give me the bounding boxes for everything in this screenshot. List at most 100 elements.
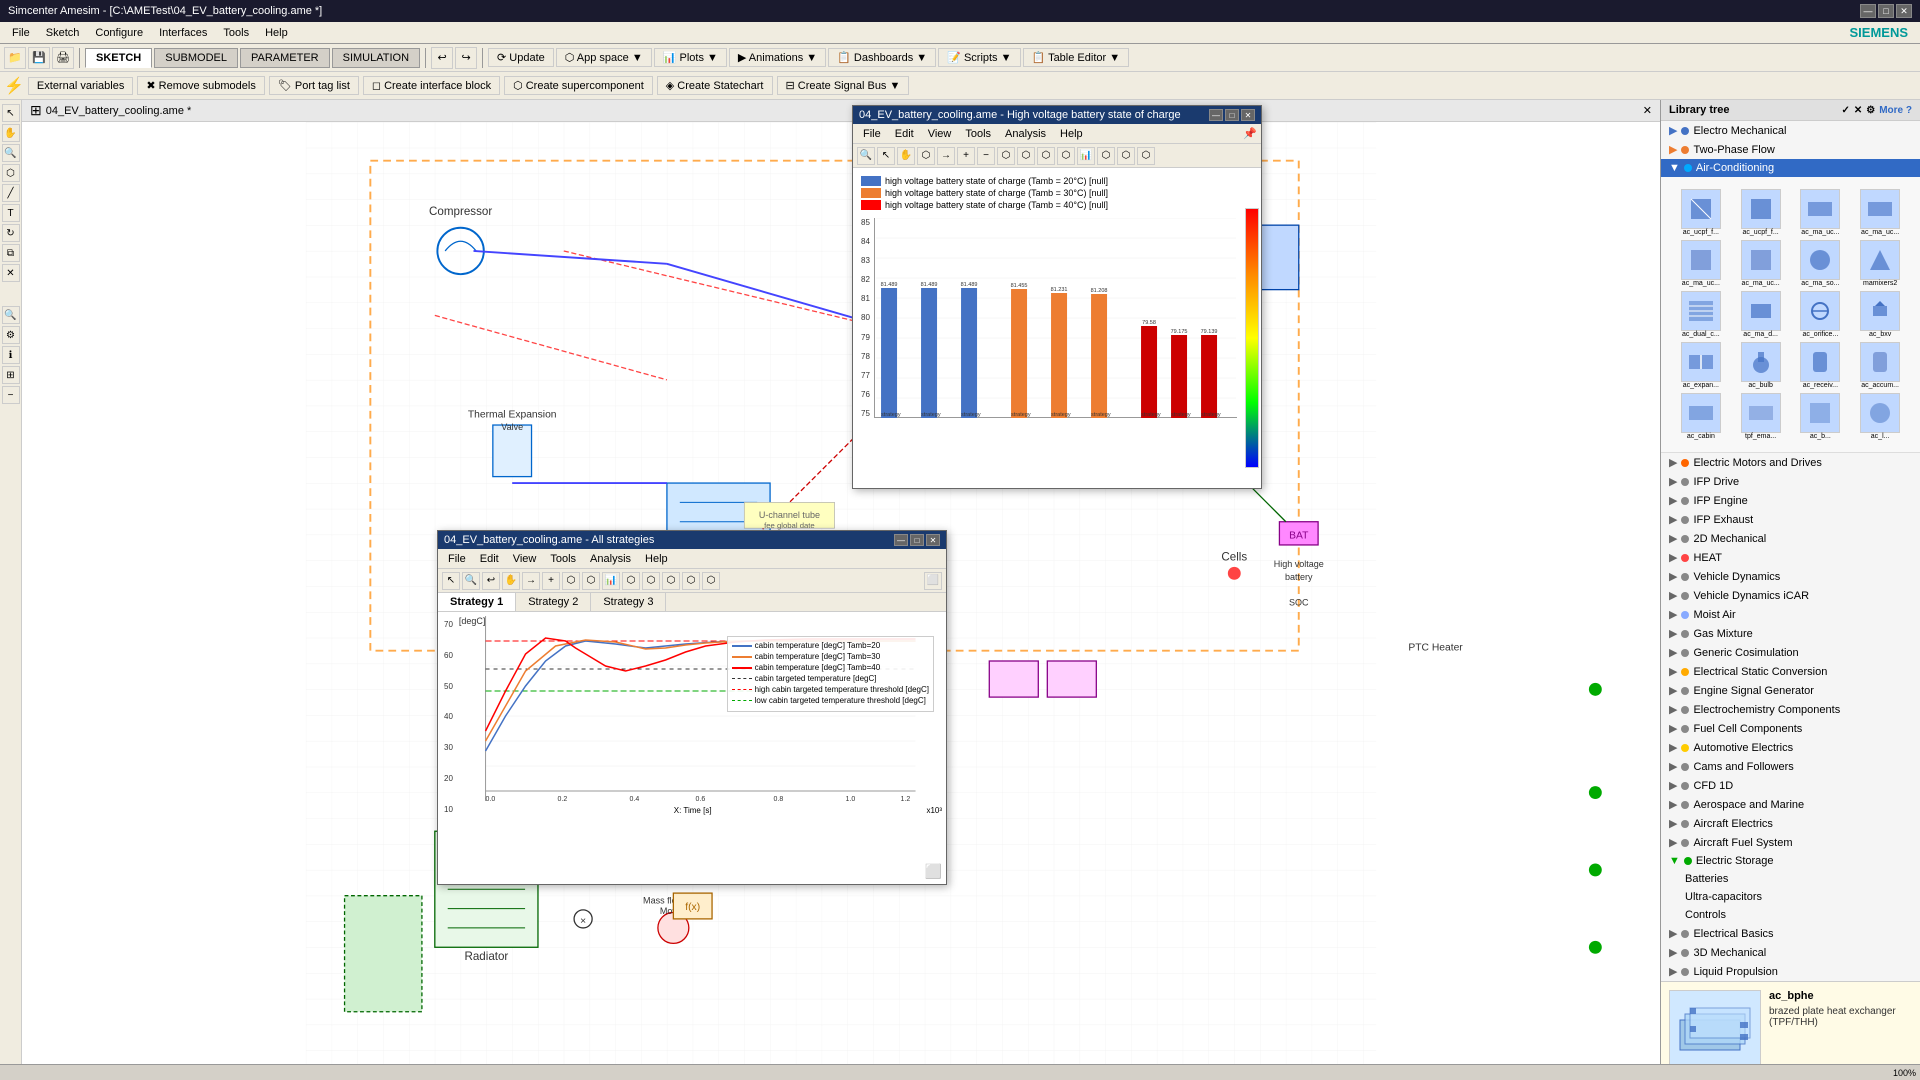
- comp-ac-orifice[interactable]: ac_orifice...: [1793, 291, 1849, 338]
- chart-tb-1[interactable]: 🔍: [857, 147, 875, 165]
- strat-tb-6[interactable]: +: [542, 572, 560, 590]
- toolbar-icon3[interactable]: 🖨: [52, 47, 74, 69]
- strat-menu-analysis[interactable]: Analysis: [584, 552, 637, 566]
- tool-component[interactable]: ⬡: [2, 164, 20, 182]
- lib-aerospace-marine[interactable]: ▶ Aerospace and Marine: [1661, 795, 1920, 814]
- tool-select[interactable]: ↖: [2, 104, 20, 122]
- strat-menu-help[interactable]: Help: [639, 552, 674, 566]
- comp-ac-b[interactable]: ac_b...: [1793, 393, 1849, 440]
- strat-tb-5[interactable]: →: [522, 572, 540, 590]
- chart-menu-analysis[interactable]: Analysis: [999, 127, 1052, 141]
- create-signal-bus-button[interactable]: ⊟ Create Signal Bus ▼: [777, 76, 910, 95]
- lib-air-conditioning[interactable]: ▼ Air-Conditioning: [1661, 159, 1920, 177]
- comp-ac-ma-uc4[interactable]: ac_ma_uc...: [1733, 240, 1789, 287]
- lib-batteries[interactable]: Batteries: [1661, 870, 1920, 888]
- tool-delete[interactable]: ✕: [2, 264, 20, 282]
- comp-ac-bxv[interactable]: ac_bxv: [1852, 291, 1908, 338]
- lib-more[interactable]: More ?: [1879, 105, 1912, 116]
- update-button[interactable]: ⟳ Update: [488, 48, 554, 67]
- tool-text[interactable]: T: [2, 204, 20, 222]
- lib-electrochemistry[interactable]: ▶ Electrochemistry Components: [1661, 700, 1920, 719]
- chart-pin[interactable]: 📌: [1243, 127, 1257, 140]
- lib-heat[interactable]: ▶ HEAT: [1661, 548, 1920, 567]
- lib-ultra-capacitors[interactable]: Ultra-capacitors: [1661, 888, 1920, 906]
- comp-mamixers2[interactable]: mamixers2: [1852, 240, 1908, 287]
- chart-tb-12[interactable]: 📊: [1077, 147, 1095, 165]
- menu-help[interactable]: Help: [257, 25, 296, 41]
- lib-ifp-drive[interactable]: ▶ IFP Drive: [1661, 472, 1920, 491]
- toolbar-icon2[interactable]: 💾: [28, 47, 50, 69]
- tab-simulation[interactable]: SIMULATION: [332, 48, 420, 68]
- lib-electric-motors[interactable]: ▶ Electric Motors and Drives: [1661, 453, 1920, 472]
- chart-tb-11[interactable]: ⬡: [1057, 147, 1075, 165]
- lib-electrical-basics[interactable]: ▶ Electrical Basics: [1661, 924, 1920, 943]
- comp-ac-accum[interactable]: ac_accum...: [1852, 342, 1908, 389]
- lib-generic-cosimulation[interactable]: ▶ Generic Cosimulation: [1661, 643, 1920, 662]
- chart-tb-3[interactable]: ✋: [897, 147, 915, 165]
- lib-controls[interactable]: Controls: [1661, 906, 1920, 924]
- lib-cfd1d[interactable]: ▶ CFD 1D: [1661, 776, 1920, 795]
- remove-submodels-button[interactable]: ✖ Remove submodels: [137, 76, 264, 95]
- menu-sketch[interactable]: Sketch: [38, 25, 88, 41]
- lib-ifp-engine[interactable]: ▶ IFP Engine: [1661, 491, 1920, 510]
- chart-menu-file[interactable]: File: [857, 127, 887, 141]
- chart-tb-13[interactable]: ⬡: [1097, 147, 1115, 165]
- lib-electro-mechanical[interactable]: ▶ Electro Mechanical: [1661, 121, 1920, 140]
- tool-info[interactable]: ℹ: [2, 346, 20, 364]
- plots-button[interactable]: 📊 Plots ▼: [654, 48, 727, 67]
- strat-tb-10[interactable]: ⬡: [622, 572, 640, 590]
- strat-close[interactable]: ✕: [926, 534, 940, 546]
- chart-minimize[interactable]: —: [1209, 109, 1223, 121]
- tool-zoom-out[interactable]: −: [2, 386, 20, 404]
- strat-fullscreen[interactable]: ⬜: [924, 572, 942, 590]
- menu-tools[interactable]: Tools: [215, 25, 257, 41]
- tool-rotate[interactable]: ↻: [2, 224, 20, 242]
- tool-copy[interactable]: ⧉: [2, 244, 20, 262]
- strat-tb-9[interactable]: 📊: [602, 572, 620, 590]
- chart-tb-2[interactable]: ↖: [877, 147, 895, 165]
- create-statechart-button[interactable]: ◈ Create Statechart: [657, 76, 773, 95]
- chart-tb-15[interactable]: ⬡: [1137, 147, 1155, 165]
- chart-tb-4[interactable]: ⬡: [917, 147, 935, 165]
- lib-settings[interactable]: ⚙: [1866, 105, 1875, 116]
- lib-automotive-electrics[interactable]: ▶ Automotive Electrics: [1661, 738, 1920, 757]
- lib-fuel-cell[interactable]: ▶ Fuel Cell Components: [1661, 719, 1920, 738]
- port-tag-list-button[interactable]: 🏷 Port tag list: [269, 76, 359, 95]
- tool-line[interactable]: ╱: [2, 184, 20, 202]
- strat-tb-14[interactable]: ⬡: [702, 572, 720, 590]
- lib-vehicle-dynamics-icar[interactable]: ▶ Vehicle Dynamics iCAR: [1661, 586, 1920, 605]
- lib-electric-storage[interactable]: ▼ Electric Storage: [1661, 852, 1920, 870]
- strat-tab-1[interactable]: Strategy 1: [438, 593, 516, 611]
- lib-electrical-static[interactable]: ▶ Electrical Static Conversion: [1661, 662, 1920, 681]
- canvas-close-icon[interactable]: ✕: [1643, 104, 1652, 117]
- menu-file[interactable]: File: [4, 25, 38, 41]
- strat-menu-file[interactable]: File: [442, 552, 472, 566]
- strategies-title-bar[interactable]: 04_EV_battery_cooling.ame - All strategi…: [438, 531, 946, 549]
- tool-zoom-in[interactable]: 🔍: [2, 144, 20, 162]
- chart-tb-6[interactable]: +: [957, 147, 975, 165]
- redo-button[interactable]: ↪: [455, 47, 477, 69]
- strat-tb-1[interactable]: ↖: [442, 572, 460, 590]
- dashboards-button[interactable]: 📋 Dashboards ▼: [828, 48, 936, 67]
- lib-vehicle-dynamics[interactable]: ▶ Vehicle Dynamics: [1661, 567, 1920, 586]
- chart-menu-view[interactable]: View: [922, 127, 958, 141]
- external-vars-button[interactable]: External variables: [28, 77, 133, 95]
- strat-tb-2[interactable]: 🔍: [462, 572, 480, 590]
- strat-menu-view[interactable]: View: [507, 552, 543, 566]
- lib-x[interactable]: ✕: [1854, 105, 1862, 116]
- lib-2d-mechanical[interactable]: ▶ 2D Mechanical: [1661, 529, 1920, 548]
- lib-engine-signal[interactable]: ▶ Engine Signal Generator: [1661, 681, 1920, 700]
- comp-ac-ma-uc1[interactable]: ac_ma_uc...: [1793, 189, 1849, 236]
- strat-tab-2[interactable]: Strategy 2: [516, 593, 591, 611]
- undo-button[interactable]: ↩: [431, 47, 453, 69]
- create-supercomponent-button[interactable]: ⬡ Create supercomponent: [504, 76, 653, 95]
- comp-ac-bulb[interactable]: ac_bulb: [1733, 342, 1789, 389]
- lib-aircraft-fuel[interactable]: ▶ Aircraft Fuel System: [1661, 833, 1920, 852]
- comp-ac-ma-uc2[interactable]: ac_ma_uc...: [1852, 189, 1908, 236]
- chart-tb-7[interactable]: −: [977, 147, 995, 165]
- chart-menu-help[interactable]: Help: [1054, 127, 1089, 141]
- lib-moist-air[interactable]: ▶ Moist Air: [1661, 605, 1920, 624]
- lib-check[interactable]: ✓: [1841, 105, 1849, 116]
- appspace-button[interactable]: ⬡ App space ▼: [556, 48, 652, 67]
- comp-ac-ucpf1[interactable]: ac_ucpf_f...: [1673, 189, 1729, 236]
